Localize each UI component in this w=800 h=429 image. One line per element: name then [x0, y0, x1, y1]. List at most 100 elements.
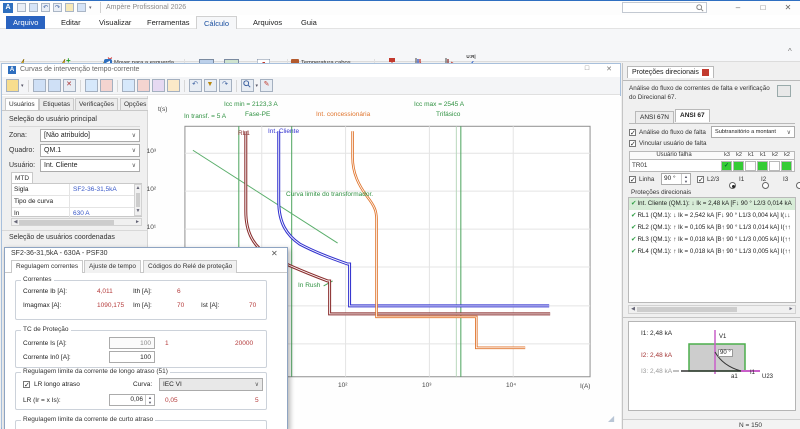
k2-cell[interactable] [781, 161, 792, 171]
table-red-icon[interactable] [100, 79, 113, 92]
redo-icon[interactable]: ↷ [219, 79, 232, 92]
tab-editar[interactable]: Editar [54, 16, 88, 30]
scroll-right-icon[interactable]: ► [787, 306, 795, 313]
radio-i3-label[interactable]: I3 [783, 176, 788, 185]
grid-hscrollbar[interactable]: ◀ ► [11, 218, 142, 226]
tab-codigos-rele[interactable]: Códigos do Relé de proteção [143, 260, 237, 273]
tab-ansi-67[interactable]: ANSI 67 [675, 109, 710, 122]
collapse-ribbon-icon[interactable]: ^ [788, 47, 792, 56]
qat-book-icon[interactable] [65, 3, 74, 12]
redo-icon[interactable]: ↷ [53, 3, 62, 12]
scroll-thumb[interactable] [637, 307, 737, 312]
table-blue-icon[interactable] [85, 79, 98, 92]
list-item[interactable]: ✔RL1 (QM.1): ↓ Ik = 2,542 kA [F↓ 90 ° L1… [629, 210, 795, 222]
spinner-arrows[interactable]: ▲▼ [145, 395, 154, 405]
k2-cell[interactable] [769, 161, 780, 171]
save-icon[interactable] [33, 79, 46, 92]
radio-i3[interactable] [796, 182, 800, 189]
report-table-settings-icon[interactable] [137, 79, 150, 92]
curva-combo[interactable]: IEC VI∨ [159, 378, 263, 391]
open-dropdown-icon[interactable]: ▾ [21, 83, 24, 89]
edit-icon[interactable]: ✎ [260, 79, 273, 92]
lr-spinner[interactable]: 0,06 ▲▼ [109, 394, 155, 406]
list-item[interactable]: ✔RL2 (QM.1): ↑ Ik = 0,105 kA [B↑ 90 ° L1… [629, 222, 795, 234]
scroll-thumb[interactable] [19, 220, 114, 225]
k3-cell-checked[interactable]: ✓ [721, 161, 732, 171]
vincular-label[interactable]: Vincular usuário de falta [639, 140, 706, 149]
mtd-grid[interactable]: SiglaSF2-36-31,5kA Tipo de curva In630 A [11, 183, 142, 217]
list-item[interactable]: ✔RL4 (QM.1): ↑ Ik = 0,018 kA [B↑ 90 ° L1… [629, 246, 795, 258]
scroll-thumb[interactable] [136, 193, 140, 207]
int-concessionaria-label[interactable]: Int. concessionária [316, 111, 370, 118]
report-table-icon[interactable] [122, 79, 135, 92]
dialog-close-button[interactable]: ✕ [271, 249, 278, 258]
zona-combo[interactable]: [Não atribuído]∨ [40, 129, 140, 142]
qat-save-icon[interactable] [29, 3, 38, 12]
linha-checkbox[interactable]: ✓ [629, 176, 636, 183]
int-cliente-curve-label[interactable]: Int. Cliente [268, 128, 299, 135]
tab-regulagem-correntes[interactable]: Regulagem correntes [11, 260, 83, 273]
radio-i1[interactable] [729, 182, 736, 189]
scroll-left-icon[interactable]: ◀ [12, 219, 19, 226]
grid-row[interactable]: SiglaSF2-36-31,5kA [12, 184, 141, 196]
search-input[interactable] [622, 2, 707, 13]
spinner-arrows[interactable]: ▲▼ [681, 174, 690, 184]
list-hscrollbar[interactable]: ◀ ► [628, 305, 796, 314]
l23-label[interactable]: L2/3 [707, 176, 719, 185]
vincular-checkbox[interactable]: ✓ [629, 140, 636, 147]
scroll-left-icon[interactable]: ◀ [629, 306, 637, 313]
grid-row[interactable]: Tipo de curva [12, 196, 141, 208]
scroll-down-icon[interactable]: ▼ [135, 208, 141, 215]
open-icon[interactable] [6, 79, 19, 92]
save-all-icon[interactable] [48, 79, 61, 92]
filter-icon[interactable]: ▼ [204, 79, 217, 92]
gallery-icon[interactable] [152, 79, 165, 92]
lr-check-label[interactable]: LR longo atraso [34, 381, 80, 388]
spin-down-icon[interactable]: ▼ [682, 179, 690, 184]
tab-arquivo[interactable]: Arquivo [6, 16, 45, 30]
qat-dropdown-icon[interactable]: ▾ [89, 5, 92, 11]
list-item[interactable]: ✔RL3 (QM.1): ↑ Ik = 0,018 kA [B↑ 90 ° L1… [629, 234, 795, 246]
undo-icon[interactable]: ↶ [189, 79, 202, 92]
close-button[interactable]: ✕ [780, 2, 796, 14]
angle-spinner[interactable]: 90 ° ▲▼ [661, 173, 691, 185]
fluxo-falta-checkbox[interactable]: ✓ [629, 129, 636, 136]
image-icon[interactable] [167, 79, 180, 92]
subtransitorio-combo[interactable]: Subtransitório a montant∨ [711, 126, 795, 138]
directional-results-list[interactable]: ✔Int. Cliente (QM.1): ↓ Ik = 2,48 kA [F↓… [628, 197, 796, 303]
rl1-curve-label[interactable]: RL1 [238, 130, 250, 137]
is-input[interactable]: 100 [109, 337, 155, 349]
k1-cell[interactable] [757, 161, 768, 171]
tab-protecoes-direcionais[interactable]: Proteções direcionais [627, 66, 714, 78]
list-item[interactable]: ✔Int. Cliente (QM.1): ↓ Ik = 2,48 kA [F↓… [629, 198, 795, 210]
radio-i2-label[interactable]: I2 [761, 176, 766, 185]
qat-grid-icon[interactable] [77, 3, 86, 12]
l23-checkbox[interactable]: ✓ [697, 176, 704, 183]
restore-window-button[interactable]: □ [580, 65, 594, 72]
fluxo-falta-label[interactable]: Análise do fluxo de falta [639, 129, 706, 138]
dock-close-icon[interactable] [702, 69, 709, 76]
radio-i1-label[interactable]: I1 [739, 176, 744, 185]
minimize-button[interactable]: – [730, 2, 746, 14]
maximize-button[interactable]: □ [755, 2, 771, 14]
in0-input[interactable]: 100 [109, 351, 155, 363]
zoom-icon[interactable] [241, 79, 254, 92]
tab-guia[interactable]: Guia [294, 16, 324, 30]
tab-visualizar[interactable]: Visualizar [92, 16, 138, 30]
linha-label[interactable]: Linha [639, 176, 654, 185]
spin-down-icon[interactable]: ▼ [146, 400, 154, 405]
zoom-dropdown-icon[interactable]: ▾ [256, 83, 259, 89]
quadro-combo[interactable]: QM.1∨ [40, 144, 140, 157]
lr-checkbox[interactable]: ✓ [23, 381, 30, 388]
tab-arquivos[interactable]: Arquivos [246, 16, 289, 30]
close-window-button[interactable]: ✕ [602, 65, 616, 73]
resize-grip-icon[interactable]: ◢ [608, 414, 614, 423]
qat-window-icon[interactable] [17, 3, 26, 12]
tab-ajuste-tempo[interactable]: Ajuste de tempo [84, 260, 141, 273]
tab-ferramentas[interactable]: Ferramentas [140, 16, 197, 30]
k2-cell[interactable] [733, 161, 744, 171]
report-icon[interactable] [777, 85, 791, 97]
k1-cell[interactable] [745, 161, 756, 171]
close-chart-icon[interactable]: ✕ [63, 79, 76, 92]
undo-icon[interactable]: ↶ [41, 3, 50, 12]
